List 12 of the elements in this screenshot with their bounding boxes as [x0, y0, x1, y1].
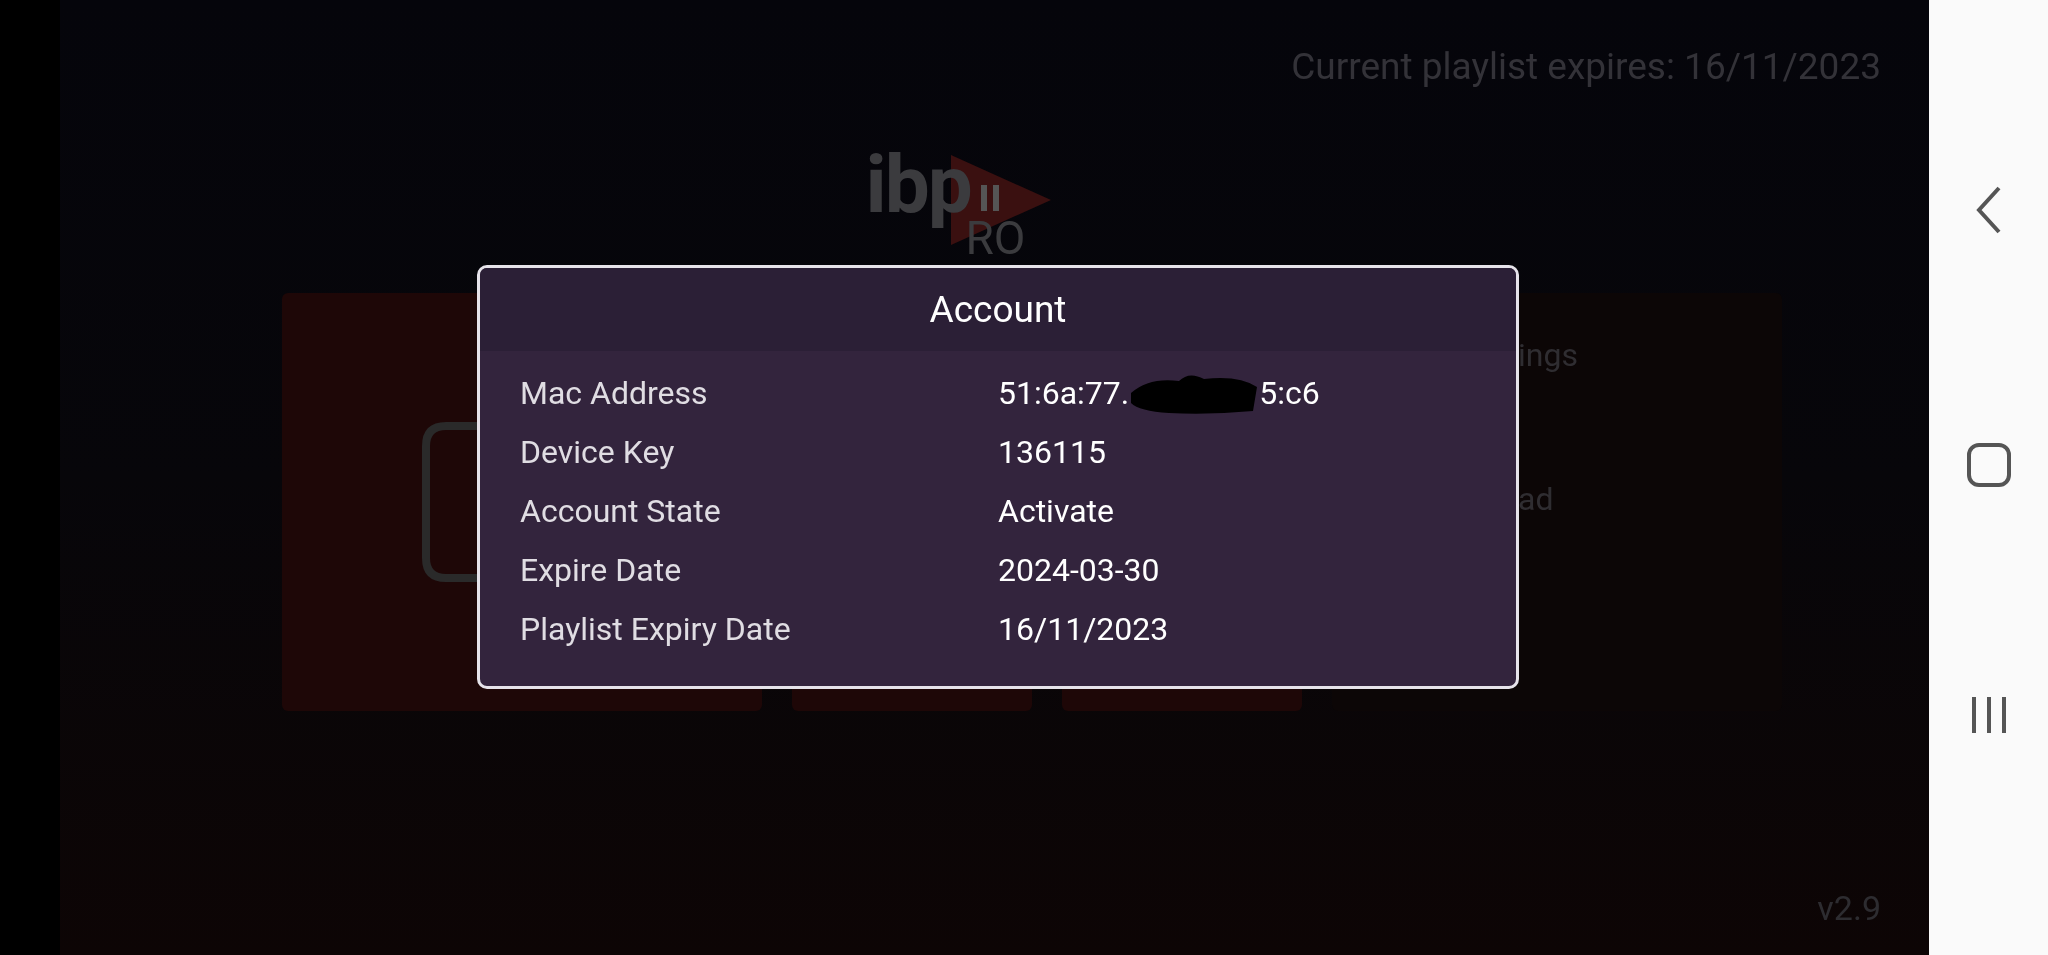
field-value: Activate — [998, 490, 1114, 532]
field-value: 16/11/2023 — [998, 608, 1169, 650]
field-label: Device Key — [520, 431, 676, 473]
field-label: Expire Date — [520, 549, 683, 591]
dialog-title: Account — [929, 286, 1067, 333]
field-value: 5:c6 — [1259, 372, 1320, 414]
field-value: 136115 — [998, 431, 1106, 473]
field-label: Account State — [520, 490, 722, 532]
field-label: Mac Address — [520, 372, 709, 414]
field-value: 2024-03-30 — [998, 549, 1160, 591]
field-value: 51:6a:77. — [998, 372, 1130, 414]
field-label: Playlist Expiry Date — [520, 608, 792, 650]
